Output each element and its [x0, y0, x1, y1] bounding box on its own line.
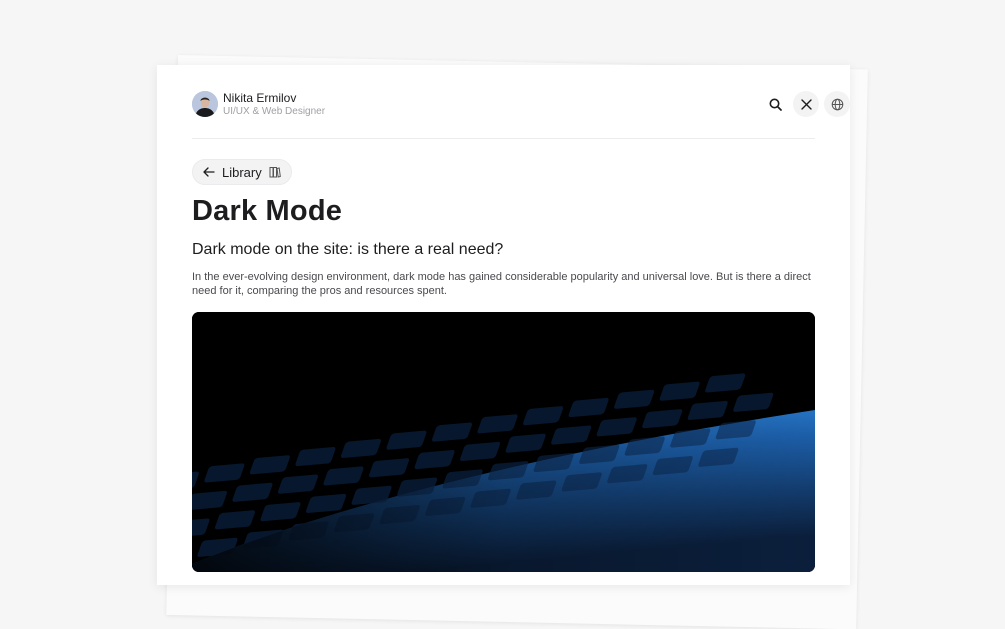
books-icon: [269, 167, 281, 178]
avatar[interactable]: [192, 91, 218, 117]
author-role: UI/UX & Web Designer: [223, 106, 326, 117]
article-description: In the ever-evolving design environment,…: [192, 271, 811, 297]
keyboard-illustration: [192, 312, 815, 572]
x-social-button[interactable]: [793, 91, 819, 117]
header-divider: [192, 138, 815, 139]
language-button[interactable]: [824, 91, 850, 117]
globe-icon: [831, 98, 843, 110]
author-name[interactable]: Nikita Ermilov: [223, 91, 296, 105]
x-logo-icon: [800, 98, 812, 110]
search-button[interactable]: [762, 91, 788, 117]
hero-image: [192, 312, 815, 572]
library-label: Library: [222, 164, 262, 180]
library-back-button[interactable]: Library: [192, 159, 292, 185]
arrow-left-icon: [203, 167, 215, 177]
search-icon: [769, 98, 782, 111]
article-subtitle: Dark mode on the site: is there a real n…: [192, 241, 504, 258]
article-card: Nikita Ermilov UI/UX & Web Designer Libr…: [157, 65, 850, 585]
page-title: Dark Mode: [192, 195, 343, 227]
site-header: Nikita Ermilov UI/UX & Web Designer: [192, 90, 850, 140]
